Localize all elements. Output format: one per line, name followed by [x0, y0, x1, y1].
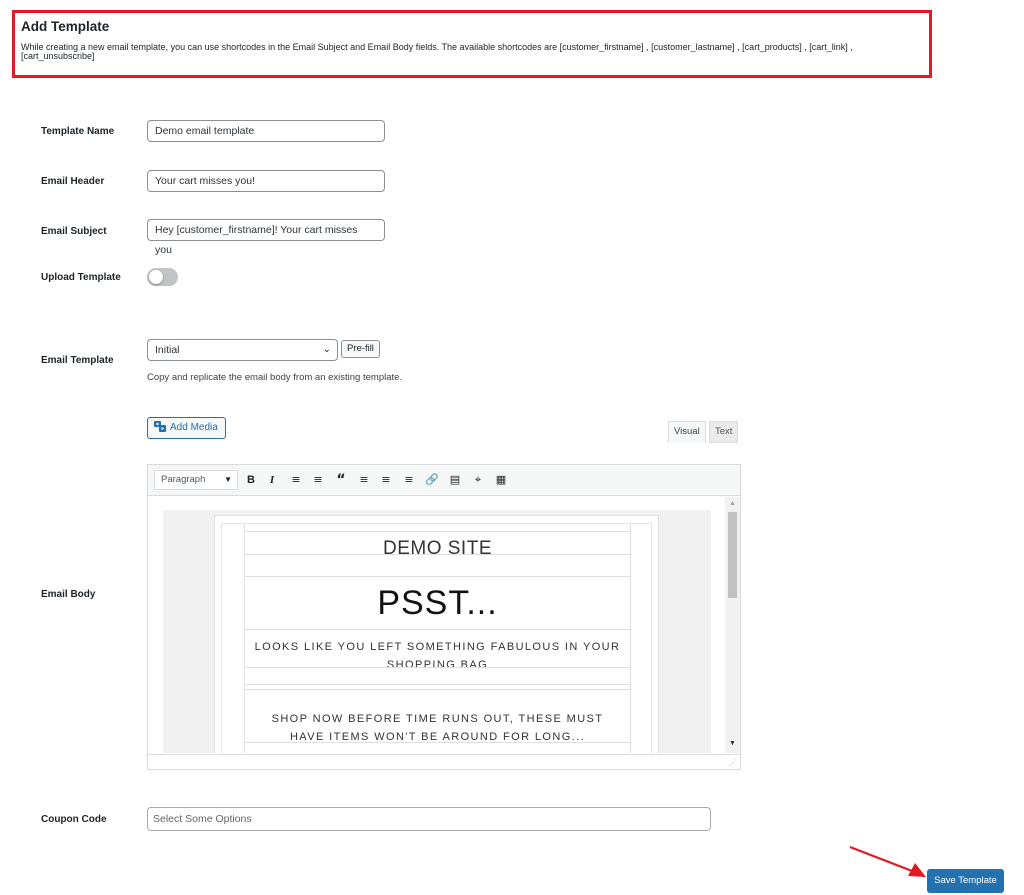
prefill-button[interactable]: Pre-fill — [341, 340, 380, 358]
email-header-label: Email Header — [41, 176, 105, 187]
email-header-input[interactable]: Your cart misses you! — [147, 170, 385, 192]
email-cta: SHOP NOW BEFORE TIME RUNS OUT, THESE MUS… — [271, 713, 604, 743]
email-headline: PSST... — [377, 584, 498, 622]
scroll-thumb[interactable] — [728, 512, 737, 598]
divider — [245, 576, 630, 577]
email-preview-frame: DEMO SITE PSST... LOOKS LIKE YOU LEFT SO… — [214, 515, 659, 753]
divider — [245, 684, 630, 685]
numbered-list-icon[interactable]: ≡ — [311, 472, 325, 488]
divider — [245, 742, 630, 743]
notice-text-line1: While creating a new email template, you… — [21, 42, 853, 52]
align-center-icon[interactable]: ≡ — [379, 472, 393, 488]
divider — [245, 554, 630, 555]
template-name-label: Template Name — [41, 126, 115, 137]
format-select[interactable]: Paragraph ▼ — [154, 470, 238, 490]
notice-title: Add Template — [21, 19, 110, 34]
instructions-notice: Add Template While creating a new email … — [12, 10, 932, 78]
add-media-label: Add Media — [170, 422, 218, 433]
email-site-name: DEMO SITE — [382, 538, 492, 559]
email-preview-background: DEMO SITE PSST... LOOKS LIKE YOU LEFT SO… — [163, 510, 711, 753]
email-preview-column: DEMO SITE PSST... LOOKS LIKE YOU LEFT SO… — [244, 524, 631, 753]
editor-scrollbar[interactable]: ▲ ▼ — [725, 497, 740, 753]
coupon-code-select[interactable]: Select Some Options — [147, 807, 711, 831]
add-media-button[interactable]: Add Media — [147, 417, 226, 439]
tab-text[interactable]: Text — [709, 421, 739, 443]
bold-icon[interactable]: B — [244, 472, 258, 488]
divider — [245, 689, 630, 690]
editor-toolbar: Paragraph ▼ B I ≡ ≡ “ ≡ ≡ ≡ 🔗 ▤ ⌖ ▦ — [148, 465, 740, 496]
email-subject-label: Email Subject — [41, 226, 107, 237]
divider — [245, 667, 630, 668]
scroll-up-icon[interactable]: ▲ — [729, 500, 736, 507]
upload-template-toggle[interactable] — [147, 268, 178, 286]
arrow-annotation-icon — [849, 845, 926, 877]
bullet-list-icon[interactable]: ≡ — [289, 472, 303, 488]
divider — [245, 531, 630, 532]
editor-content[interactable]: DEMO SITE PSST... LOOKS LIKE YOU LEFT SO… — [148, 497, 740, 753]
email-body-label: Email Body — [41, 589, 96, 600]
caret-down-icon: ▼ — [224, 475, 232, 484]
fullscreen-icon[interactable]: ⌖ — [471, 472, 485, 488]
read-more-icon[interactable]: ▤ — [448, 472, 462, 488]
template-name-input[interactable]: Demo email template — [147, 120, 385, 142]
format-select-value: Paragraph — [161, 474, 206, 485]
link-icon[interactable]: 🔗 — [425, 472, 439, 488]
editor-statusbar: ⋰ — [148, 754, 740, 769]
email-template-selected: Initial — [155, 344, 180, 356]
toolbar-toggle-icon[interactable]: ▦ — [494, 472, 508, 488]
chevron-down-icon: ⌄ — [322, 344, 331, 355]
email-preview-inner: DEMO SITE PSST... LOOKS LIKE YOU LEFT SO… — [221, 523, 652, 753]
email-body-editor: Paragraph ▼ B I ≡ ≡ “ ≡ ≡ ≡ 🔗 ▤ ⌖ ▦ DEMO… — [147, 464, 741, 770]
notice-text-line2: [cart_unsubscribe] — [21, 51, 95, 61]
coupon-code-placeholder: Select Some Options — [153, 813, 252, 825]
email-message: LOOKS LIKE YOU LEFT SOMETHING FABULOUS I… — [254, 641, 621, 671]
upload-template-label: Upload Template — [41, 272, 121, 283]
scroll-down-icon[interactable]: ▼ — [729, 740, 736, 747]
divider — [245, 629, 630, 630]
save-template-button[interactable]: Save Template — [927, 869, 1004, 893]
italic-icon[interactable]: I — [265, 472, 279, 488]
email-subject-input[interactable]: Hey [customer_firstname]! Your cart miss… — [147, 219, 385, 256]
media-icon — [154, 421, 166, 432]
resize-handle-icon[interactable]: ⋰ — [729, 758, 737, 767]
toggle-knob — [149, 270, 163, 284]
blockquote-icon[interactable]: “ — [334, 472, 348, 488]
email-template-label: Email Template — [41, 355, 114, 366]
tab-visual[interactable]: Visual — [668, 421, 706, 443]
email-template-description: Copy and replicate the email body from a… — [147, 372, 403, 383]
align-left-icon[interactable]: ≡ — [357, 472, 371, 488]
align-right-icon[interactable]: ≡ — [402, 472, 416, 488]
coupon-code-label: Coupon Code — [41, 814, 107, 825]
email-template-select[interactable]: Initial ⌄ — [147, 339, 338, 361]
